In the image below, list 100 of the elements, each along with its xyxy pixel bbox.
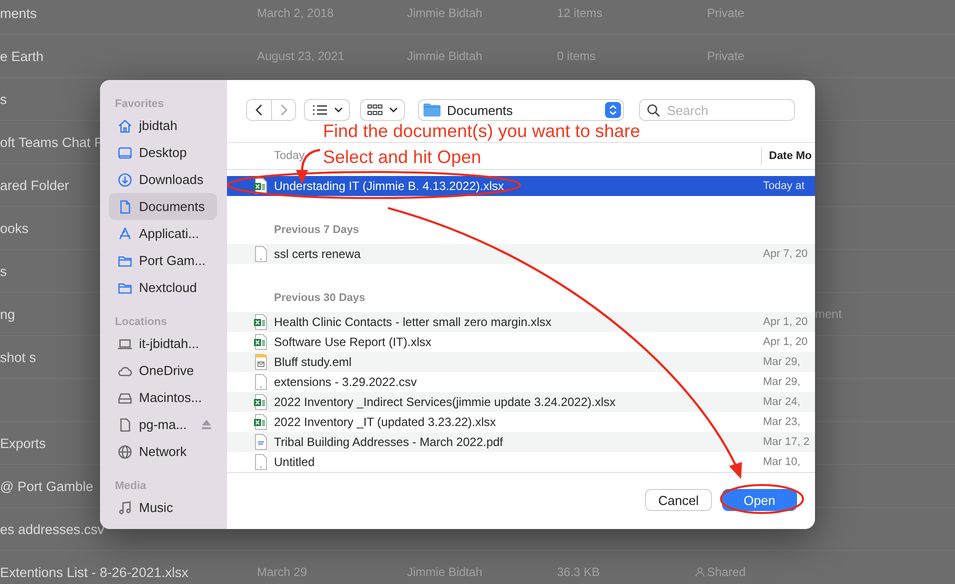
spreadsheet-icon [254, 178, 268, 194]
file-name: es addresses.csv [0, 522, 104, 536]
file-name: e Earth [0, 48, 44, 64]
file-row[interactable]: 2022 Inventory _Indirect Services(jimmie update 3.24.2022).xlsx Mar 24, [227, 392, 815, 412]
file-name: ssl certs renewa [274, 247, 361, 261]
file-row[interactable]: Understading IT (Jimmie B. 4.13.2022).xlsx Today at [227, 176, 815, 196]
size-text: 12 items [557, 6, 602, 20]
grid-icon [367, 104, 383, 116]
pdf-document-icon [254, 434, 268, 450]
search-field[interactable]: Search [639, 99, 795, 121]
sidebar-item[interactable]: it-jbidtah... [109, 330, 217, 357]
date-text: Mar 29, [763, 356, 800, 368]
sidebar-item[interactable]: jbidtah [109, 112, 217, 139]
date-text: Mar 23, [763, 416, 800, 428]
section-title: Favorites [114, 97, 165, 111]
date-text: March 29 [257, 565, 308, 579]
size-text: 36.3 KB [557, 565, 600, 579]
cancel-button[interactable]: Cancel [645, 489, 712, 511]
file-name: Software Use Report (IT).xlsx [274, 335, 432, 349]
file-name: 2022 Inventory _IT (updated 3.23.22).xlsx [274, 415, 496, 429]
file-name: shot s [0, 350, 36, 364]
file-name: Extentions List - 8-26-2021.xlsx [0, 564, 188, 580]
file-row[interactable]: Health Clinic Contacts - letter small zero margin.xlsx Apr 1, 20 [227, 312, 815, 332]
file-row[interactable]: Tribal Building Addresses - March 2022.pdf Mar 17, 2 [227, 432, 815, 452]
sidebar-item[interactable]: Network [109, 438, 217, 465]
list-view-button[interactable] [304, 99, 350, 121]
group-title: Previous 7 Days [274, 224, 359, 236]
sidebar-item[interactable]: Port Gam... [109, 247, 217, 274]
caret-icon [389, 107, 398, 113]
group-title: Today [274, 150, 305, 162]
file-name: 2022 Inventory _Indirect Services(jimmie update 3.24.2022).xlsx [274, 395, 616, 409]
music-icon [117, 500, 133, 516]
annotation-text: Find the document(s) you want to share [323, 120, 640, 142]
grid-view-button[interactable] [360, 99, 405, 121]
date-text: Apr 7, 20 [763, 248, 808, 260]
chevron-left-icon [255, 104, 263, 116]
sidebar-item[interactable]: Documents [109, 193, 217, 220]
file-name: Understading IT (Jimmie B. 4.13.2022).xlsx [274, 179, 504, 193]
sharing-text: Private [707, 49, 744, 63]
sidebar-item[interactable]: Macintos... [109, 384, 217, 411]
date-text: Today at [763, 180, 805, 192]
spreadsheet-icon [254, 314, 268, 330]
date-text: Mar 17, 2 [763, 436, 810, 448]
column-header[interactable]: Date Mo [761, 147, 815, 165]
location-popup[interactable]: Documents [418, 99, 624, 121]
size-text: 0 items [557, 49, 596, 63]
sidebar-item[interactable]: Desktop [109, 139, 217, 166]
download-icon [117, 172, 133, 188]
mail-document-icon [254, 354, 268, 370]
date-text: Mar 10, [763, 456, 800, 468]
date-text: March 2, 2018 [257, 6, 334, 20]
date-text: August 23, 2021 [257, 49, 344, 63]
sidebar-item[interactable]: Music [109, 494, 217, 521]
file-name: ared Folder [0, 178, 70, 192]
file-row[interactable]: Software Use Report (IT).xlsx Apr 1, 20 [227, 332, 815, 352]
date-text: Mar 29, [763, 376, 800, 388]
caret-icon [334, 107, 342, 113]
chevron-right-icon [280, 104, 288, 116]
date-text: Mar 24, [763, 396, 800, 408]
spreadsheet-icon [254, 334, 268, 350]
search-icon [647, 104, 660, 116]
spreadsheet-icon [254, 394, 268, 410]
annotation-text: Select and hit Open [323, 146, 482, 168]
file-name: ooks [0, 220, 29, 236]
file-name: Exports [0, 436, 46, 450]
file-row[interactable]: Untitled Mar 10, [227, 452, 815, 472]
owner-text: Jimmie Bidtah [407, 6, 482, 20]
list-icon [312, 104, 328, 116]
file-row[interactable]: ssl certs renewa Apr 7, 20 [227, 244, 815, 264]
file-name: Tribal Building Addresses - March 2022.pdf [274, 435, 504, 449]
owner-text: Jimmie Bidtah [407, 49, 482, 63]
file-name: s [0, 264, 7, 278]
sharing-text: Shared [707, 565, 746, 579]
file-name: @ Port Gamble [0, 478, 94, 494]
owner-text: Jimmie Bidtah [407, 565, 482, 579]
sidebar-item[interactable]: Applicati... [109, 220, 217, 247]
desktop-icon [117, 144, 133, 160]
sidebar-item[interactable]: Nextcloud [109, 274, 217, 301]
date-text: Apr 1, 20 [763, 316, 808, 328]
folder-icon [423, 103, 441, 117]
document-icon [254, 374, 268, 390]
file-name: extensions - 3.29.2022.csv [274, 375, 417, 389]
file-row[interactable]: 2022 Inventory _IT (updated 3.23.22).xlsx Mar 23, [227, 412, 815, 432]
date-text: Apr 1, 20 [763, 336, 808, 348]
open-button[interactable]: Open [722, 489, 797, 511]
apps-icon [117, 226, 133, 242]
home-icon [117, 118, 133, 134]
file-name: ments [0, 6, 37, 20]
group-title: Previous 30 Days [274, 292, 366, 304]
stepper-icon [605, 102, 621, 118]
spreadsheet-icon [254, 414, 268, 430]
sharing-text: Private [707, 6, 744, 20]
file-name: Bluff study.eml [274, 355, 352, 369]
document-icon [254, 246, 268, 262]
file-row[interactable]: Bluff study.eml Mar 29, [227, 352, 815, 372]
file-row[interactable]: extensions - 3.29.2022.csv Mar 29, [227, 372, 815, 392]
sidebar-item[interactable]: OneDrive [109, 357, 217, 384]
document-icon [254, 454, 268, 470]
sidebar-item[interactable]: pg-ma... [109, 411, 217, 438]
sidebar-item[interactable]: Downloads [109, 166, 217, 193]
